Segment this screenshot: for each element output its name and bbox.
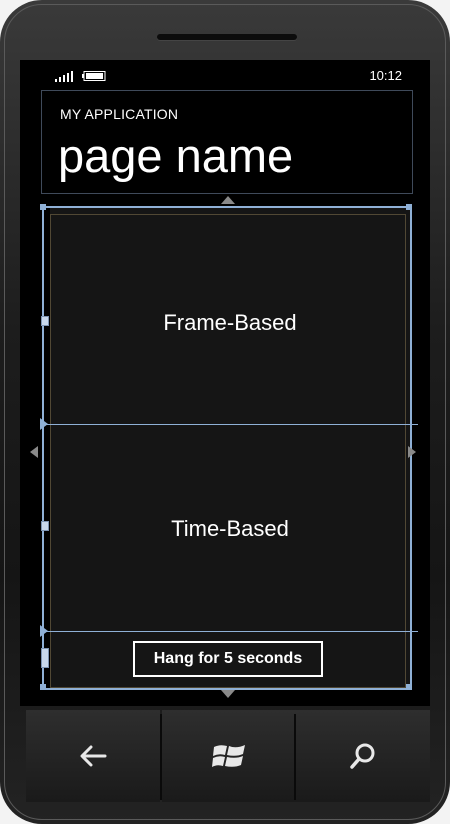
back-button[interactable] [26, 710, 160, 802]
search-icon [350, 743, 375, 769]
phone-screen: 10:12 MY APPLICATION page name Frame-Bas… [20, 60, 430, 706]
row-marker-arrow-icon[interactable] [40, 625, 48, 637]
resize-right-arrow-icon[interactable] [408, 446, 416, 458]
hardware-button-bar [0, 710, 450, 824]
phone-device: 10:12 MY APPLICATION page name Frame-Bas… [0, 0, 450, 824]
time-based-label: Time-Based [171, 516, 289, 541]
hang-button[interactable]: Hang for 5 seconds [133, 641, 323, 677]
signal-bars-icon [55, 71, 73, 82]
resize-down-arrow-icon[interactable] [221, 690, 235, 698]
selection-corner-handle[interactable] [406, 204, 412, 210]
windows-logo-icon [212, 745, 245, 767]
selection-corner-handle[interactable] [406, 684, 412, 690]
resize-left-arrow-icon[interactable] [30, 446, 38, 458]
row-marker-arrow-icon[interactable] [40, 418, 48, 430]
search-button[interactable] [296, 710, 430, 802]
status-clock: 10:12 [369, 68, 402, 83]
frame-based-label: Frame-Based [163, 310, 297, 335]
earpiece-speaker [157, 34, 297, 40]
app-title: MY APPLICATION [60, 106, 179, 122]
status-bar: 10:12 [20, 60, 430, 92]
battery-icon [82, 71, 106, 81]
back-arrow-icon [80, 745, 107, 767]
row-size-tag[interactable] [41, 521, 49, 531]
page-title: page name [58, 129, 294, 182]
grid-row-divider[interactable] [42, 631, 418, 632]
row-auto-tag[interactable] [41, 648, 49, 668]
grid-row-divider[interactable] [42, 424, 418, 425]
row-size-tag[interactable] [41, 316, 49, 326]
selection-corner-handle[interactable] [40, 684, 46, 690]
grid-inner-border [50, 214, 406, 688]
start-button[interactable] [162, 710, 296, 802]
resize-up-arrow-icon[interactable] [221, 196, 235, 204]
selection-corner-handle[interactable] [40, 204, 46, 210]
